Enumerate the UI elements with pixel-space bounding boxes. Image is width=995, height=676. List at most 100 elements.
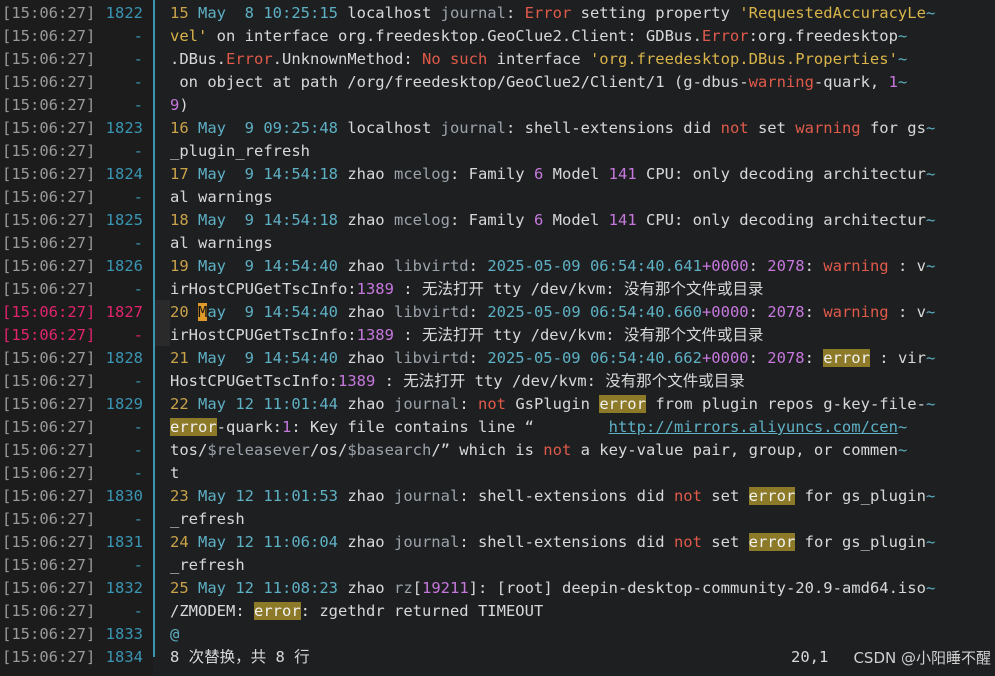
text-span: : 无法打开 tty /dev/kvm: 没有那个文件或目录 (393, 280, 764, 298)
gutter-row: [15:06:27] - (0, 370, 153, 393)
text-line[interactable]: 21 May 9 14:54:40 zhao libvirtd: 2025-05… (170, 347, 995, 370)
text-span: May 9 14:54:18 (198, 165, 338, 183)
gutter-row: [15:06:27] 1828 (0, 347, 153, 370)
text-line[interactable]: 22 May 12 11:01:44 zhao journal: not GsP… (170, 393, 995, 416)
line-number: - (133, 602, 143, 620)
gutter-row: [15:06:27] - (0, 278, 153, 301)
text-span: ~ (897, 27, 908, 45)
text-span: : (748, 257, 768, 275)
line-number: 1825 (105, 211, 143, 229)
timestamp: [15:06:27] (2, 188, 96, 206)
text-span: May 12 11:01:44 (198, 395, 338, 413)
gutter-row: [15:06:27] 1832 (0, 577, 153, 600)
text-span: 1 (282, 418, 292, 436)
text-span: $releasever (207, 441, 310, 459)
gutter-row: [15:06:27] - (0, 462, 153, 485)
text-span: ~ (897, 73, 908, 91)
text-span: HostCPUGetTscInfo: (170, 372, 338, 390)
gutter-row: [15:06:27] 1829 (0, 393, 153, 416)
text-span: localhost (337, 4, 441, 22)
text-span: on interface org.freedesktop.GeoClue2.Cl… (207, 27, 702, 45)
text-cursor: M (198, 303, 208, 321)
text-span: zhao (337, 349, 394, 367)
timestamp: [15:06:27] (2, 464, 96, 482)
text-span: .UnknownMethod: (272, 50, 422, 68)
text-span: warning (823, 257, 889, 275)
text-line[interactable]: 25 May 12 11:08:23 zhao rz[19211]: [root… (170, 577, 995, 600)
search-match: error (823, 349, 870, 367)
text-line[interactable]: on object at path /org/freedesktop/GeoCl… (170, 71, 995, 94)
text-line[interactable]: irHostCPUGetTscInfo:1389 : 无法打开 tty /dev… (170, 324, 995, 347)
text-line[interactable]: 20 May 9 14:54:40 zhao libvirtd: 2025-05… (170, 301, 995, 324)
text-line[interactable]: 16 May 9 09:25:48 localhost journal: she… (170, 117, 995, 140)
text-line[interactable]: @ (170, 623, 995, 645)
gutter-row: [15:06:27] - (0, 439, 153, 462)
gutter-row: [15:06:27] - (0, 508, 153, 531)
text-span: : 无法打开 tty /dev/kvm: 没有那个文件或目录 (375, 372, 745, 390)
text-span: ~ (925, 303, 936, 321)
text-line[interactable]: 18 May 9 14:54:18 zhao mcelog: Family 6 … (170, 209, 995, 232)
text-span: a key-value pair, group, or commen (571, 441, 898, 459)
text-line[interactable]: tos/$releasever/os/$basearch/” which is … (170, 439, 995, 462)
text-line[interactable]: _refresh (170, 508, 995, 531)
text-line[interactable]: /ZMODEM: error: zgethdr returned TIMEOUT (170, 600, 995, 623)
timestamp: [15:06:27] (2, 73, 96, 91)
text-span: -quark: (216, 418, 282, 436)
text-line[interactable]: 23 May 12 11:01:53 zhao journal: shell-e… (170, 485, 995, 508)
text-line[interactable]: .DBus.Error.UnknownMethod: No such inter… (170, 48, 995, 71)
text-span: 1389 (356, 280, 394, 298)
editor-buffer[interactable]: 15 May 8 10:25:15 localhost journal: Err… (170, 0, 995, 645)
text-span: +0000 (701, 303, 749, 321)
text-span: set (701, 487, 749, 505)
text-line[interactable]: 15 May 8 10:25:15 localhost journal: Err… (170, 2, 995, 25)
text-line[interactable]: 9) (170, 94, 995, 117)
text-line[interactable]: irHostCPUGetTscInfo:1389 : 无法打开 tty /dev… (170, 278, 995, 301)
text-line[interactable]: error-quark:1: Key file contains line “ … (170, 416, 995, 439)
line-number: 1830 (105, 487, 143, 505)
timestamp: [15:06:27] (2, 487, 96, 505)
text-span: CPU: only decoding architectur (636, 165, 926, 183)
text-line[interactable]: _refresh (170, 554, 995, 577)
text-span: ~ (925, 533, 936, 551)
text-line[interactable]: 17 May 9 14:54:18 zhao mcelog: Family 6 … (170, 163, 995, 186)
text-span: ~ (925, 165, 936, 183)
text-span: _refresh (170, 510, 245, 528)
line-number: - (133, 372, 143, 390)
timestamp: [15:06:27] (2, 556, 96, 574)
gutter-row: [15:06:27] - (0, 48, 153, 71)
text-line[interactable]: vel' on interface org.freedesktop.GeoClu… (170, 25, 995, 48)
text-span: on object at path /org/freedesktop/GeoCl… (170, 73, 749, 91)
text-span: : Family (449, 165, 534, 183)
text-span: -quark, (813, 73, 889, 91)
text-span: : v (888, 303, 926, 321)
text-span: mcelog (393, 165, 450, 183)
text-span: 141 (608, 165, 637, 183)
timestamp: [15:06:27] (2, 579, 96, 597)
text-span: not (477, 395, 506, 413)
text-line[interactable]: 24 May 12 11:06:04 zhao journal: shell-e… (170, 531, 995, 554)
text-line[interactable]: _plugin_refresh (170, 140, 995, 163)
text-span: : shell-extensions did (505, 119, 721, 137)
line-number: 1828 (105, 349, 143, 367)
text-span: zhao (337, 579, 394, 597)
text-span: : Key file contains line “ (291, 418, 609, 436)
text-span: 2025-05-09 06:54:40.662 (487, 349, 702, 367)
gutter-row: [15:06:27] - (0, 25, 153, 48)
text-line[interactable]: t (170, 462, 995, 485)
timestamp: [15:06:27] (2, 142, 96, 160)
gutter-row: [15:06:27] - (0, 232, 153, 255)
text-span: 2025-05-09 06:54:40.660 (487, 303, 702, 321)
text-span: Error (524, 4, 572, 22)
text-span: : (468, 257, 488, 275)
text-line[interactable]: HostCPUGetTscInfo:1389 : 无法打开 tty /dev/k… (170, 370, 995, 393)
text-line[interactable]: al warnings (170, 186, 995, 209)
text-line[interactable]: 19 May 9 14:54:40 zhao libvirtd: 2025-05… (170, 255, 995, 278)
line-number: - (133, 27, 143, 45)
line-number: 1834 (105, 648, 143, 666)
gutter-row: [15:06:27] 1834 (0, 646, 153, 669)
search-match: error (599, 395, 646, 413)
timestamp: [15:06:27] (2, 418, 96, 436)
text-span: : (468, 349, 488, 367)
text-line[interactable]: al warnings (170, 232, 995, 255)
text-span: not (543, 441, 572, 459)
